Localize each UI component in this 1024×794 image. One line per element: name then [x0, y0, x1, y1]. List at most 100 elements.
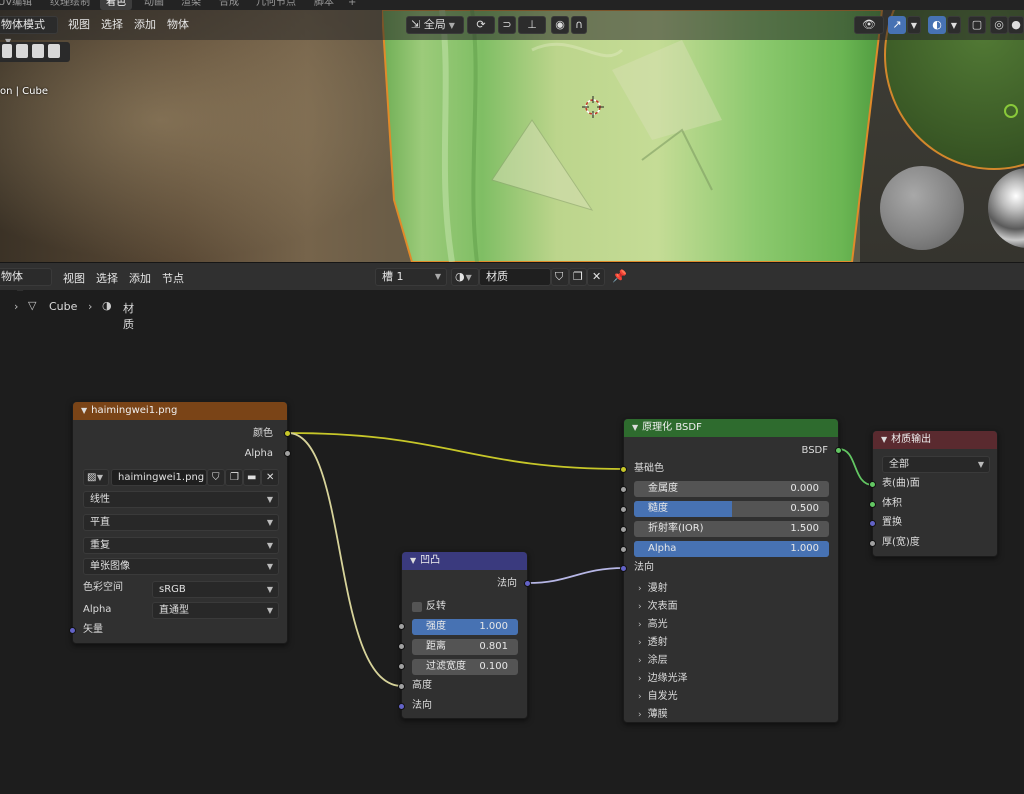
- source-dropdown[interactable]: 单张图像 ▼: [83, 558, 279, 575]
- node-menu-view[interactable]: 视图: [63, 270, 85, 286]
- alpha-field[interactable]: Alpha 1.000: [634, 541, 829, 557]
- surface-input-socket[interactable]: [869, 481, 876, 488]
- bsdf-node-header[interactable]: ▼ 原理化 BSDF: [624, 419, 838, 437]
- image-duplicate-button[interactable]: ❐: [225, 469, 243, 486]
- material-slot-dropdown[interactable]: 槽 1 ▼: [375, 268, 447, 286]
- height-input-socket[interactable]: [398, 683, 405, 690]
- strength-field[interactable]: 强度 1.000: [412, 619, 518, 635]
- tab-rendering[interactable]: 渲染: [175, 0, 207, 10]
- principled-bsdf-node[interactable]: ▼ 原理化 BSDF BSDF 基础色 金属度 0.000 糙度 0.500 折射…: [620, 418, 842, 723]
- bump-normal-output-socket[interactable]: [524, 580, 531, 587]
- viewport-menu-object[interactable]: 物体: [167, 16, 189, 32]
- alpha-output-socket[interactable]: [284, 450, 291, 457]
- bump-node-header[interactable]: ▼ 凹凸: [402, 552, 527, 570]
- image-node-header[interactable]: ▼ haimingwei1.png: [73, 402, 287, 420]
- node-menu-add[interactable]: 添加: [129, 270, 151, 286]
- gizmo-dropdown[interactable]: ▼: [907, 16, 921, 34]
- select-extend-icon[interactable]: [16, 44, 28, 58]
- ior-input-socket[interactable]: [620, 526, 627, 533]
- shader-type-dropdown[interactable]: 物体▼: [0, 268, 52, 298]
- shading-wireframe-button[interactable]: ◎: [990, 16, 1008, 34]
- transform-orientation-dropdown[interactable]: ⇲ 全局 ▼: [406, 16, 464, 34]
- viewport-menu-add[interactable]: 添加: [134, 16, 156, 32]
- panel-transmission[interactable]: › 透射: [638, 633, 668, 648]
- metallic-field[interactable]: 金属度 0.000: [634, 481, 829, 497]
- fake-user-button[interactable]: ⛉: [551, 268, 569, 286]
- distance-field[interactable]: 距离 0.801: [412, 639, 518, 655]
- snap-toggle-button[interactable]: ⊃: [498, 16, 516, 34]
- tab-animation[interactable]: 动画: [138, 0, 170, 10]
- tab-geometry-nodes[interactable]: 几何节点: [250, 0, 302, 10]
- material-output-node[interactable]: ▼ 材质输出 全部 ▼ 表(曲)面 体积 置换 厚(宽)度: [869, 430, 998, 557]
- node-menu-select[interactable]: 选择: [96, 270, 118, 286]
- interpolation-dropdown[interactable]: 线性 ▼: [83, 491, 279, 508]
- projection-dropdown[interactable]: 平直 ▼: [83, 514, 279, 531]
- unlink-material-button[interactable]: ✕: [587, 268, 605, 286]
- filter-width-input-socket[interactable]: [398, 663, 405, 670]
- gizmo-toggle-button[interactable]: ↗: [888, 16, 906, 34]
- alpha-mode-dropdown[interactable]: 直通型 ▼: [152, 602, 279, 619]
- panel-diffuse[interactable]: › 漫射: [638, 579, 668, 594]
- image-unlink-button[interactable]: ✕: [261, 469, 279, 486]
- add-workspace-button[interactable]: +: [342, 0, 362, 10]
- select-subtract-icon[interactable]: [32, 44, 44, 58]
- strength-input-socket[interactable]: [398, 623, 405, 630]
- thickness-input-socket[interactable]: [869, 540, 876, 547]
- object-mode-dropdown[interactable]: 物体模式▼: [0, 16, 58, 46]
- panel-specular[interactable]: › 高光: [638, 615, 668, 630]
- collapse-arrow-icon[interactable]: ▼: [881, 435, 887, 444]
- panel-subsurface[interactable]: › 次表面: [638, 597, 678, 612]
- viewport-menu-select[interactable]: 选择: [101, 16, 123, 32]
- panel-emission[interactable]: › 自发光: [638, 687, 678, 702]
- pivot-point-button[interactable]: ⟳: [467, 16, 495, 34]
- light-gizmo-icon[interactable]: [1004, 104, 1018, 118]
- visibility-dropdown[interactable]: 👁: [854, 16, 884, 34]
- volume-input-socket[interactable]: [869, 501, 876, 508]
- bump-node[interactable]: ▼ 凹凸 法向 反转 强度 1.000 距离 0.801 过滤宽度 0.100 高…: [398, 551, 531, 719]
- output-node-header[interactable]: ▼ 材质输出: [873, 431, 997, 449]
- 3d-viewport[interactable]: 物体模式▼ 视图 选择 添加 物体 ⇲ 全局▼ ⟳ ⊃ ⊥ ◉ ∩ 👁 ↗ ▼ …: [0, 10, 1024, 262]
- snap-target-button[interactable]: ⊥: [518, 16, 546, 34]
- roughness-input-socket[interactable]: [620, 506, 627, 513]
- metallic-input-socket[interactable]: [620, 486, 627, 493]
- proportional-edit-button[interactable]: ◉: [551, 16, 569, 34]
- ior-field[interactable]: 折射率(IOR) 1.500: [634, 521, 829, 537]
- tab-uv-editing[interactable]: UV编辑: [0, 0, 38, 10]
- image-browse-button[interactable]: ▨ ▼: [83, 469, 109, 486]
- invert-checkbox[interactable]: [412, 602, 422, 612]
- tab-scripting[interactable]: 脚本: [308, 0, 340, 10]
- tab-compositing[interactable]: 合成: [213, 0, 245, 10]
- material-browse-button[interactable]: ◑▼: [451, 268, 479, 286]
- image-name-field[interactable]: haimingwei1.png: [111, 469, 207, 486]
- select-intersect-icon[interactable]: [48, 44, 60, 58]
- panel-coat[interactable]: › 涂层: [638, 651, 668, 666]
- pin-icon[interactable]: 📌: [612, 269, 627, 283]
- distance-input-socket[interactable]: [398, 643, 405, 650]
- collapse-arrow-icon[interactable]: ▼: [410, 556, 416, 565]
- selected-mesh[interactable]: [382, 10, 892, 262]
- alpha-input-socket[interactable]: [620, 546, 627, 553]
- image-open-button[interactable]: ▬: [243, 469, 261, 486]
- xray-toggle-button[interactable]: ▢: [968, 16, 986, 34]
- roughness-field[interactable]: 糙度 0.500: [634, 501, 829, 517]
- collapse-arrow-icon[interactable]: ▼: [81, 406, 87, 415]
- select-new-icon[interactable]: [2, 44, 12, 58]
- color-output-socket[interactable]: [284, 430, 291, 437]
- material-name-field[interactable]: 材质: [479, 268, 551, 286]
- falloff-button[interactable]: ∩: [571, 16, 587, 34]
- colorspace-dropdown[interactable]: sRGB ▼: [152, 581, 279, 598]
- shading-solid-button[interactable]: ●: [1008, 16, 1024, 34]
- collapse-arrow-icon[interactable]: ▼: [632, 423, 638, 432]
- vector-input-socket[interactable]: [69, 627, 76, 634]
- base-color-input-socket[interactable]: [620, 466, 627, 473]
- panel-sheen[interactable]: › 边缘光泽: [638, 669, 688, 684]
- bsdf-output-socket[interactable]: [835, 447, 842, 454]
- viewport-menu-view[interactable]: 视图: [68, 16, 90, 32]
- overlays-toggle-button[interactable]: ◐: [928, 16, 946, 34]
- overlays-dropdown[interactable]: ▼: [947, 16, 961, 34]
- image-fake-user-button[interactable]: ⛉: [207, 469, 225, 486]
- node-menu-node[interactable]: 节点: [162, 270, 184, 286]
- breadcrumb-material[interactable]: 材质: [123, 300, 134, 332]
- extension-dropdown[interactable]: 重复 ▼: [83, 537, 279, 554]
- panel-thin-film[interactable]: › 薄膜: [638, 705, 668, 720]
